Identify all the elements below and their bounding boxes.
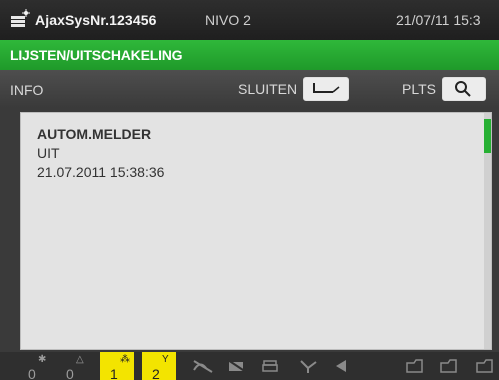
date-time: 21/07/11 15:3 <box>396 12 481 28</box>
test-icon: Y <box>162 354 169 365</box>
folder-b-icon[interactable] <box>438 358 460 374</box>
system-name: AjaxSysNr.123456 <box>35 12 157 28</box>
toolbar: INFO SLUITEN PLTS <box>0 70 499 108</box>
speaker-icon[interactable] <box>332 358 354 374</box>
return-arrow-icon <box>313 83 340 93</box>
sensor-off-icon[interactable] <box>226 358 248 374</box>
access-level: NIVO 2 <box>205 12 251 28</box>
tab-count: 2 <box>152 366 160 380</box>
magnifier-icon <box>454 81 471 97</box>
disabled-icon: ⁂ <box>120 354 130 365</box>
printer-icon[interactable] <box>260 358 282 374</box>
tab-test[interactable]: 2 Y <box>142 352 176 380</box>
close-button[interactable]: SLUITEN <box>238 74 350 104</box>
tab-count: 1 <box>110 366 118 380</box>
event-title: AUTOM.MELDER <box>37 126 152 142</box>
position-label: PLTS <box>402 81 436 97</box>
ajax-logo-icon <box>11 9 30 27</box>
event-state: UIT <box>37 145 60 161</box>
event-detail-panel: AUTOM.MELDER UIT 21.07.2011 15:38:36 <box>20 112 492 350</box>
close-label: SLUITEN <box>238 81 298 97</box>
fire-icon: ✱ <box>38 354 47 365</box>
scrollbar-thumb[interactable] <box>484 119 491 153</box>
tab-warning[interactable]: 0 △ <box>56 352 90 380</box>
close-button-frame[interactable] <box>303 77 350 101</box>
tab-fire[interactable]: 0 ✱ <box>18 352 52 380</box>
breadcrumb: LIJSTEN/UITSCHAKELING <box>0 40 499 70</box>
position-button[interactable]: PLTS <box>402 74 486 104</box>
folder-a-icon[interactable] <box>404 358 426 374</box>
tool-icon[interactable] <box>298 358 320 374</box>
info-label: INFO <box>10 82 44 98</box>
event-timestamp: 21.07.2011 15:38:36 <box>37 164 165 180</box>
panel-screen: AjaxSysNr.123456 NIVO 2 21/07/11 15:3 LI… <box>0 0 499 380</box>
status-bar: AjaxSysNr.123456 NIVO 2 21/07/11 15:3 <box>0 0 499 40</box>
bottom-nav: 0 ✱ 0 △ 1 ⁂ 2 Y <box>0 352 499 380</box>
folder-c-icon[interactable] <box>474 358 496 374</box>
fire-off-icon[interactable] <box>192 358 214 374</box>
warning-icon: △ <box>76 354 84 365</box>
breadcrumb-text: LIJSTEN/UITSCHAKELING <box>10 47 183 63</box>
tab-count: 0 <box>28 366 36 380</box>
tab-count: 0 <box>66 366 74 380</box>
tab-disabled[interactable]: 1 ⁂ <box>100 352 134 380</box>
position-button-frame[interactable] <box>441 77 486 101</box>
scrollbar[interactable] <box>484 113 491 349</box>
